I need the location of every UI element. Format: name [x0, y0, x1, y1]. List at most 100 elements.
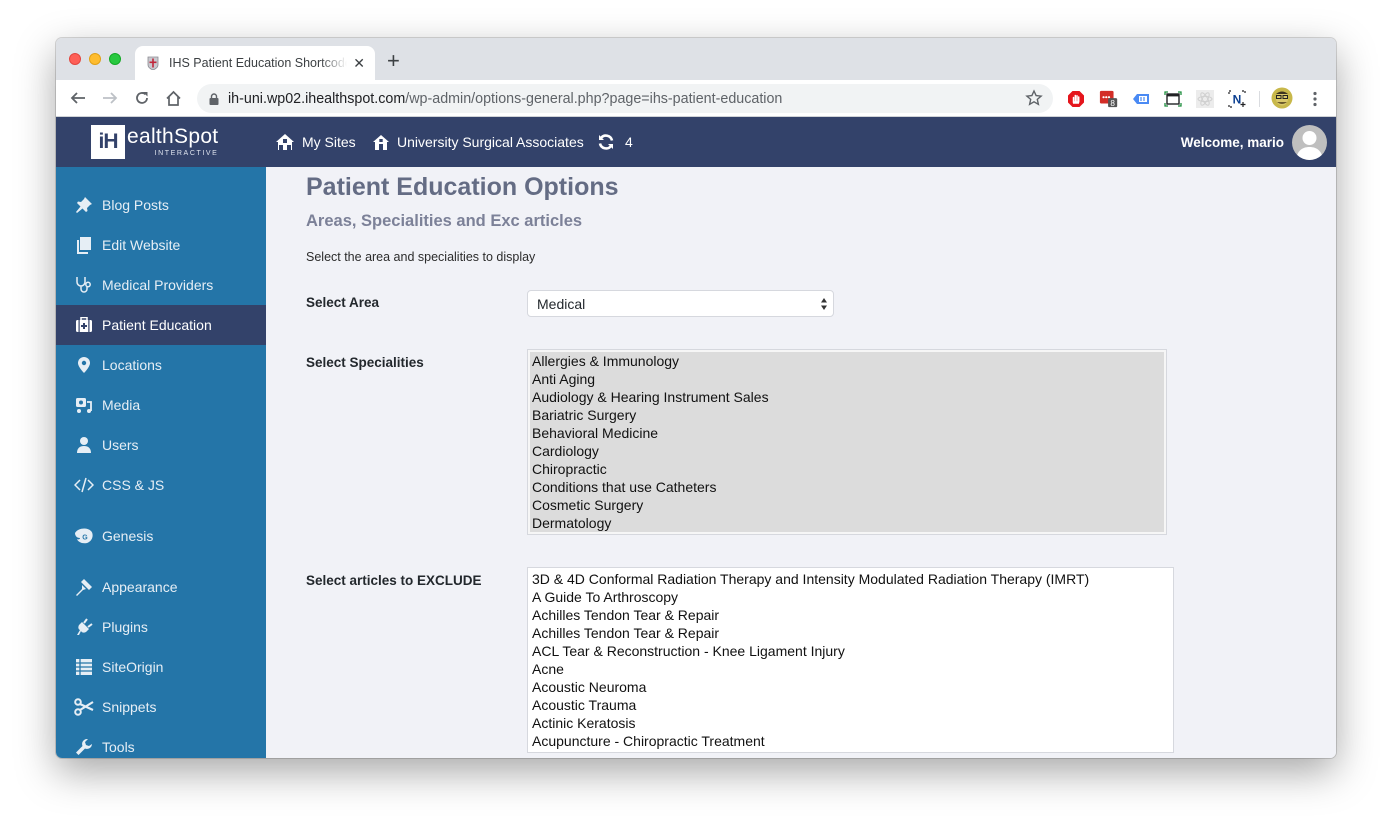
- sidebar-item-snippets[interactable]: Snippets: [56, 687, 266, 727]
- site-name-menu[interactable]: University Surgical Associates: [372, 117, 584, 167]
- specialities-label: Select Specialities: [306, 355, 424, 370]
- list-option[interactable]: Cardiology: [532, 442, 1162, 460]
- forward-arrow-icon[interactable]: [100, 88, 120, 108]
- close-window-button[interactable]: [69, 53, 81, 65]
- sidebar-item-plugins[interactable]: Plugins: [56, 607, 266, 647]
- sidebar-item-label: Locations: [102, 357, 162, 373]
- section-subtitle: Areas, Specialities and Exc articles: [306, 212, 583, 230]
- react-devtools-icon[interactable]: [1195, 89, 1215, 109]
- list-option[interactable]: Allergies & Immunology: [532, 352, 1162, 370]
- my-sites-label: My Sites: [302, 134, 356, 150]
- sidebar-item-label: Patient Education: [102, 317, 212, 333]
- toolbar-divider: [1259, 91, 1260, 107]
- exclude-articles-listbox[interactable]: 3D & 4D Conformal Radiation Therapy and …: [527, 567, 1174, 753]
- list-option[interactable]: Achilles Tendon Tear & Repair: [532, 606, 1169, 624]
- exclude-label: Select articles to EXCLUDE: [306, 573, 482, 588]
- sidebar-item-label: Genesis: [102, 528, 154, 544]
- sidebar-item-blog-posts[interactable]: Blog Posts: [56, 185, 266, 225]
- screenshot-icon[interactable]: [1163, 89, 1183, 109]
- list-option[interactable]: 3D & 4D Conformal Radiation Therapy and …: [532, 570, 1169, 588]
- bookmark-star-icon[interactable]: [1025, 89, 1043, 112]
- sidebar-item-label: Edit Website: [102, 237, 181, 253]
- reload-icon[interactable]: [132, 88, 152, 108]
- stethoscope-icon: [74, 275, 94, 295]
- media-icon: [74, 395, 94, 415]
- sidebar-item-edit-website[interactable]: Edit Website: [56, 225, 266, 265]
- list-option[interactable]: Behavioral Medicine: [532, 424, 1162, 442]
- main-content: Patient Education Options Areas, Special…: [266, 167, 1336, 758]
- maximize-window-button[interactable]: [109, 53, 121, 65]
- logo-name: ealthSpot: [127, 125, 219, 148]
- list-option[interactable]: Acne: [532, 660, 1169, 678]
- url-text: ih-uni.wp02.ihealthspot.com/wp-admin/opt…: [228, 91, 782, 107]
- list-option[interactable]: Anti Aging: [532, 370, 1162, 388]
- area-label: Select Area: [306, 295, 380, 310]
- list-option[interactable]: Chiropractic: [532, 460, 1162, 478]
- code-icon: [74, 475, 94, 495]
- my-sites-icon: [275, 133, 295, 151]
- list-option[interactable]: Dermatology: [532, 514, 1162, 532]
- admin-sidebar: Blog Posts Edit Website Medical Provider…: [56, 167, 266, 758]
- profile-avatar-icon[interactable]: [1271, 87, 1293, 109]
- svg-text:N: N: [1233, 93, 1242, 107]
- site-name-label: University Surgical Associates: [397, 134, 584, 150]
- user-avatar[interactable]: [1292, 125, 1327, 160]
- sidebar-item-label: Tools: [102, 739, 135, 755]
- scissors-icon: [74, 697, 94, 717]
- medical-kit-icon: [74, 315, 94, 335]
- sidebar-item-media[interactable]: Media: [56, 385, 266, 425]
- sidebar-item-genesis[interactable]: G Genesis: [56, 516, 266, 556]
- notion-clipper-icon[interactable]: N: [1227, 89, 1247, 109]
- section-description: Select the area and specialities to disp…: [306, 250, 536, 264]
- list-option[interactable]: Acoustic Trauma: [532, 696, 1169, 714]
- sidebar-item-locations[interactable]: Locations: [56, 345, 266, 385]
- sidebar-item-css-js[interactable]: CSS & JS: [56, 465, 266, 505]
- updates-menu[interactable]: 4: [597, 117, 633, 167]
- paintbrush-icon: [74, 577, 94, 597]
- list-option[interactable]: Acoustic Neuroma: [532, 678, 1169, 696]
- svg-text:G: G: [82, 535, 88, 542]
- sidebar-item-patient-education[interactable]: Patient Education: [56, 305, 266, 345]
- admin-bar: iH ealthSpot INTERACTIVE My Sites Univer…: [56, 117, 1336, 167]
- url-domain: ih-uni.wp02.ihealthspot.com: [228, 90, 406, 107]
- logo-tagline: INTERACTIVE: [154, 150, 219, 157]
- my-sites-menu[interactable]: My Sites: [275, 117, 356, 167]
- home-icon[interactable]: [163, 88, 183, 108]
- user-icon: [74, 435, 94, 455]
- sidebar-item-label: Media: [102, 397, 141, 413]
- close-icon[interactable]: ✕: [353, 55, 365, 72]
- adblock-icon[interactable]: [1066, 89, 1086, 109]
- sidebar-item-siteorigin[interactable]: SiteOrigin: [56, 647, 266, 687]
- area-select[interactable]: Medical: [527, 290, 834, 317]
- sidebar-item-medical-providers[interactable]: Medical Providers: [56, 265, 266, 305]
- list-option[interactable]: Bariatric Surgery: [532, 406, 1162, 424]
- list-option[interactable]: Acupuncture - Chiropractic Treatment: [532, 732, 1169, 750]
- sidebar-item-label: Snippets: [102, 699, 157, 715]
- updates-count: 4: [625, 134, 633, 150]
- sidebar-item-tools[interactable]: Tools: [56, 727, 266, 758]
- wrench-icon: [74, 737, 94, 757]
- list-table-icon: [74, 657, 94, 677]
- back-arrow-icon[interactable]: [68, 88, 88, 108]
- browser-tab[interactable]: IHS Patient Education Shortcode ✕: [135, 46, 375, 80]
- welcome-user[interactable]: Welcome, mario: [1181, 117, 1284, 167]
- plus-icon[interactable]: +: [387, 50, 400, 72]
- healthspot-logo[interactable]: iH ealthSpot INTERACTIVE: [91, 125, 218, 159]
- list-option[interactable]: Conditions that use Catheters: [532, 478, 1162, 496]
- list-option[interactable]: Achilles Tendon Tear & Repair: [532, 624, 1169, 642]
- address-bar[interactable]: ih-uni.wp02.ihealthspot.com/wp-admin/opt…: [197, 84, 1053, 113]
- list-option[interactable]: Actinic Keratosis: [532, 714, 1169, 732]
- sidebar-item-appearance[interactable]: Appearance: [56, 567, 266, 607]
- list-option[interactable]: Cosmetic Surgery: [532, 496, 1162, 514]
- list-option[interactable]: Audiology & Hearing Instrument Sales: [532, 388, 1162, 406]
- sidebar-item-users[interactable]: Users: [56, 425, 266, 465]
- lastpass-icon[interactable]: 8: [1099, 89, 1119, 109]
- minimize-window-button[interactable]: [89, 53, 101, 65]
- page-title: Patient Education Options: [306, 173, 619, 201]
- specialities-listbox[interactable]: Allergies & Immunology Anti Aging Audiolog…: [527, 349, 1167, 535]
- more-menu-icon[interactable]: [1305, 89, 1325, 109]
- list-option[interactable]: ACL Tear & Reconstruction - Knee Ligamen…: [532, 642, 1169, 660]
- tag-extension-icon[interactable]: [1131, 89, 1151, 109]
- plug-icon: [74, 617, 94, 637]
- list-option[interactable]: A Guide To Arthroscopy: [532, 588, 1169, 606]
